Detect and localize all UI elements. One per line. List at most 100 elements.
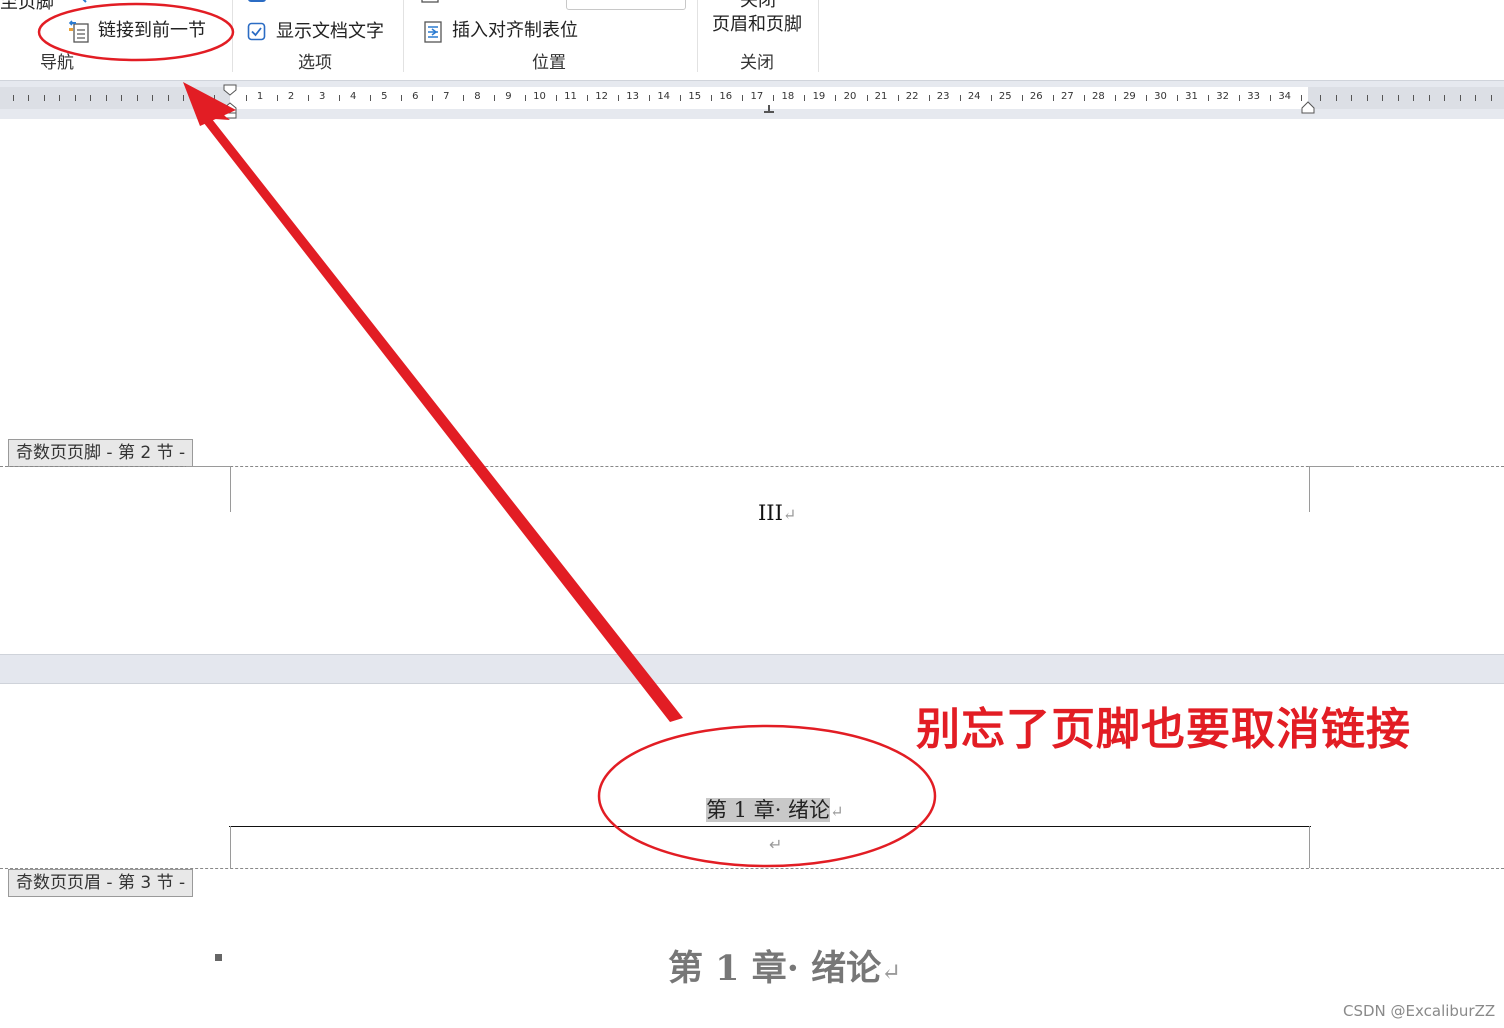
horizontal-ruler[interactable]: 1 2 3 4 5 6 7 8 9 10 11 12 13 14 15 16 17 18 19 20 21 22 23 24 2… [0,80,1504,119]
ruler-tick [556,95,557,101]
ruler-tick [75,95,76,101]
ruler-tick [121,95,122,101]
link-previous-icon [68,20,89,43]
ruler-number: 9 [505,91,512,102]
ruler-number: 16 [719,91,733,102]
ruler-tick [1177,95,1178,101]
close-label-top: 关闭 [740,0,776,11]
ruler-number: 19 [812,91,826,102]
ruler-tick [199,95,200,101]
footer-page-number-line[interactable]: III↵ [758,501,796,525]
align-tab-icon [424,21,442,43]
goto-footer-icon [82,0,87,3]
ruler-number: 1 [256,91,264,102]
ruler-tick [711,95,712,101]
ruler-number: 20 [843,91,857,102]
ruler-tick [898,95,899,101]
ruler-number: 27 [1060,91,1074,102]
close-group-label: 关闭 [740,53,774,73]
margin-corner-right [1309,826,1310,868]
position-group-label: 位置 [532,53,566,73]
right-indent-marker[interactable] [1300,99,1316,115]
header-bottom-border [229,826,1311,827]
margin-corner-left [230,466,231,512]
ruler-tick [804,95,805,101]
ruler-number: 32 [1216,91,1229,102]
close-header-footer-label: 页眉和页脚 [712,14,802,35]
ruler-number: 25 [998,91,1012,102]
ruler-tick [370,95,371,101]
ruler-number: 33 [1247,91,1261,102]
paragraph-mark: ↵ [881,958,902,986]
checkbox-cut-top[interactable] [246,0,266,4]
arrow-shaft [186,86,683,722]
ruler-tick [1239,95,1240,101]
link-to-previous-button[interactable]: 链接到前一节 [66,18,226,46]
insert-align-tab-button[interactable]: 插入对齐制表位 [420,18,600,46]
ruler-number: 18 [781,91,795,102]
ruler-number: 30 [1154,91,1167,102]
ruler-tick [1382,95,1383,101]
tab-stop-marker[interactable] [762,103,776,115]
callout-text: 别忘了页脚也要取消链接 [916,704,1411,755]
link-to-previous-label: 链接到前一节 [98,20,206,41]
ruler-number: 24 [967,91,981,102]
margin-corner-left [230,826,231,868]
chapter-heading-text: 第 1 章· 绪论 [668,948,882,989]
ruler-number: 12 [595,91,608,102]
ribbon: 至页脚 链接到前一节 导航 显示文档文字 选项 插入对齐制表位 位置 关闭 页眉… [0,0,1504,80]
page-gap [0,654,1504,684]
header-section-tag: 奇数页页眉 - 第 3 节 - [8,869,194,897]
ruler-number: 28 [1092,91,1105,102]
ruler-tick [1444,95,1445,101]
chapter-heading[interactable]: 第 1 章· 绪论↵ [668,940,901,991]
ruler-number: 7 [443,91,450,102]
ruler-tick [1084,95,1085,101]
ruler-number: 23 [936,91,950,102]
header-text-selected: 第 1 章· 绪论 [706,798,831,822]
ruler-tick [1053,95,1054,101]
ruler-tick [1429,95,1430,101]
ruler-number: 14 [657,91,671,102]
ruler-tick [991,95,992,101]
ruler-tick [1398,95,1399,101]
corner-mark [1309,466,1353,467]
group-separator [697,0,698,72]
paragraph-mark: ↵ [830,802,844,821]
ruler-number: 3 [318,91,326,102]
ruler-tick [773,95,774,101]
ruler-tick [277,95,278,101]
ruler-number: 2 [287,91,295,102]
ruler-number: 26 [1029,91,1043,102]
footer-page-number: III [758,501,783,525]
header-text-line[interactable]: 第 1 章· 绪论↵ [706,794,843,824]
indent-marker[interactable] [222,83,238,119]
group-separator [403,0,404,72]
ruler-number: 8 [474,91,481,102]
goto-footer-label[interactable]: 至页脚 [0,0,54,14]
ruler-tick [59,95,60,101]
group-separator [232,0,233,72]
show-document-text-checkbox[interactable]: 显示文档文字 [246,20,396,44]
ruler-number: 22 [905,91,919,102]
ruler-number: 21 [874,91,888,102]
ruler-tick [432,95,433,101]
ruler-tick [168,95,169,101]
ruler-number: 15 [688,91,702,102]
position-icon-cut [421,0,439,3]
ruler-tick [649,95,650,101]
nav-group-label: 导航 [40,53,74,73]
ruler-tick [90,95,91,101]
ruler-tick [1320,95,1321,101]
ruler-tick [1367,95,1368,101]
ruler-tick [587,95,588,101]
ruler-tick [44,95,45,101]
annotation-overlay [37,2,937,868]
ruler-tick [1270,95,1271,101]
ruler-tick [1351,95,1352,101]
ruler-number: 11 [564,91,577,102]
position-spinbox[interactable] [566,0,686,10]
footer-section-tag: 奇数页页脚 - 第 2 节 - [8,439,194,467]
close-header-footer-button[interactable]: 关闭 页眉和页脚 [706,0,810,38]
ruler-tick [867,95,868,101]
